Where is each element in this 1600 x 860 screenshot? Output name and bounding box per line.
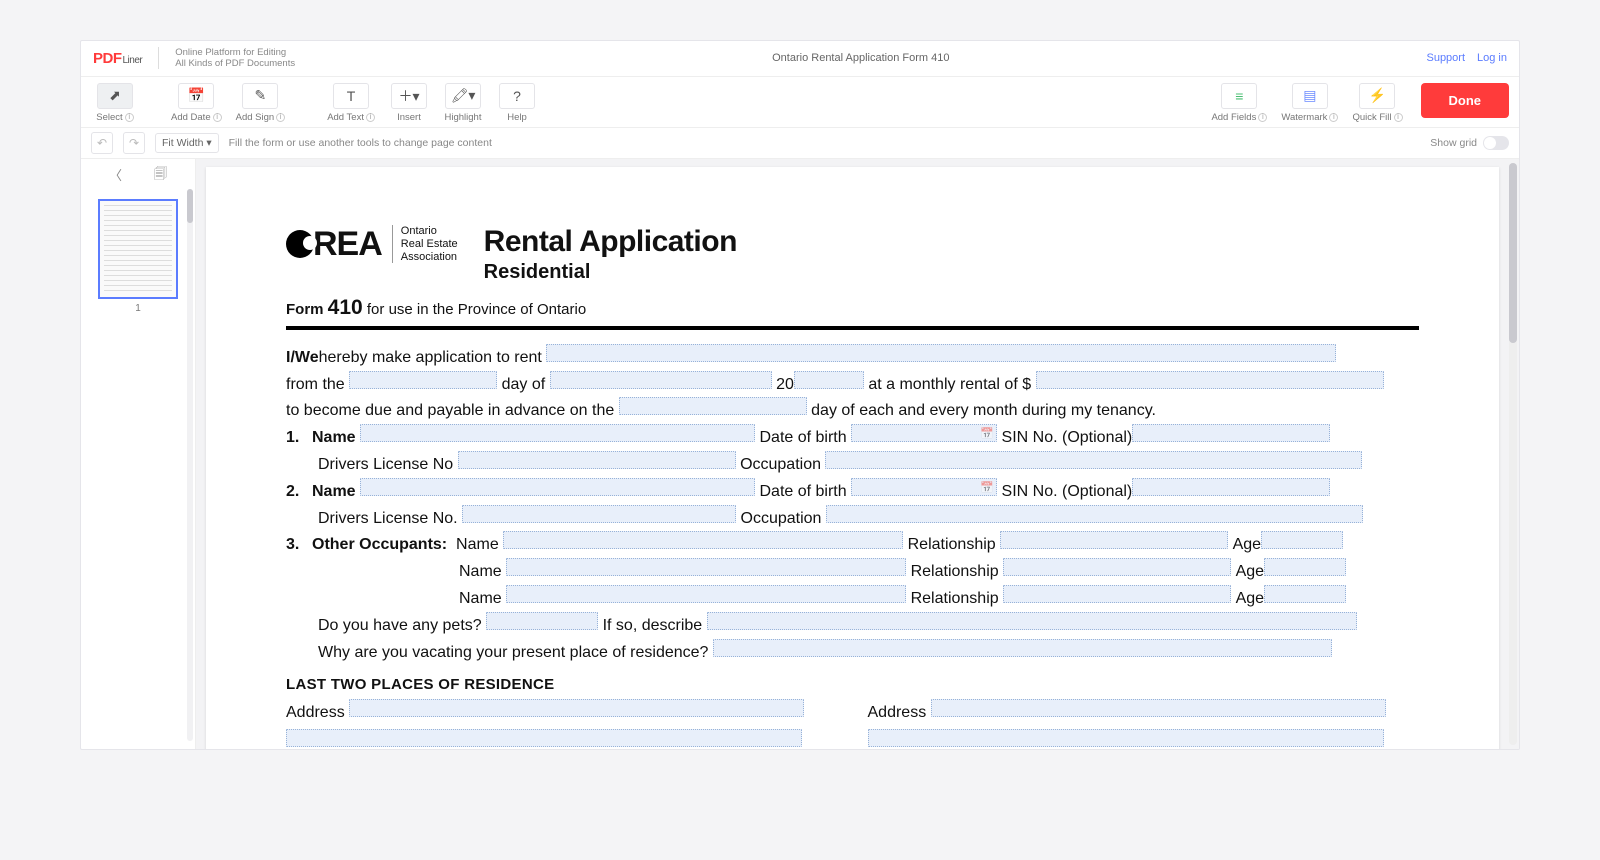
field-from-day[interactable]	[349, 371, 497, 389]
divider	[158, 47, 159, 69]
field-pets-yn[interactable]	[486, 612, 598, 630]
watermark-icon: ▤	[1292, 83, 1328, 109]
pdf-page: REA OntarioReal EstateAssociation Rental…	[206, 167, 1499, 749]
field-rel-3[interactable]	[1003, 585, 1231, 603]
field-dl-2[interactable]	[462, 505, 736, 523]
redo-button[interactable]: ↷	[123, 132, 145, 154]
app-window: PDFLiner Online Platform for Editing All…	[80, 40, 1520, 750]
form-line: Form 410 for use in the Province of Onta…	[286, 296, 1419, 320]
page-number: 1	[135, 303, 141, 314]
add-fields-tool[interactable]: ≡Add Fieldsi	[1207, 81, 1271, 125]
done-button[interactable]: Done	[1421, 83, 1510, 118]
show-grid-toggle[interactable]: Show grid	[1430, 136, 1509, 150]
field-dob-2[interactable]	[851, 478, 997, 496]
field-dl-1[interactable]	[458, 451, 736, 469]
insert-tool[interactable]: ＋▾Insert	[385, 81, 433, 125]
brand-tagline: Online Platform for Editing All Kinds of…	[175, 47, 295, 70]
field-age-1[interactable]	[1261, 531, 1343, 549]
document-title: Ontario Rental Application Form 410	[295, 52, 1426, 64]
orea-logo: REA OntarioReal EstateAssociation	[286, 225, 458, 264]
field-rent-amount[interactable]	[1036, 371, 1384, 389]
field-vacate-reason[interactable]	[713, 639, 1332, 657]
top-bar: PDFLiner Online Platform for Editing All…	[81, 41, 1519, 77]
canvas: REA OntarioReal EstateAssociation Rental…	[196, 159, 1519, 749]
pages-icon[interactable]: 🗐	[154, 165, 167, 187]
field-age-3[interactable]	[1264, 585, 1346, 603]
highlighter-icon: 🖍▾	[445, 83, 481, 109]
brand: PDFLiner Online Platform for Editing All…	[93, 47, 295, 70]
watermark-tool[interactable]: ▤Watermarki	[1277, 81, 1342, 125]
question-icon: ?	[499, 83, 535, 109]
undo-button[interactable]: ↶	[91, 132, 113, 154]
calendar-icon: 📅	[178, 83, 214, 109]
thumb-scrollbar[interactable]	[187, 189, 193, 741]
page-thumbnail-1[interactable]	[98, 199, 178, 299]
plus-icon: ＋▾	[391, 83, 427, 109]
back-icon[interactable]: 〈	[109, 165, 122, 187]
top-links: Support Log in	[1426, 52, 1507, 64]
field-occ-name-2[interactable]	[506, 558, 906, 576]
bolt-icon: ⚡	[1359, 83, 1395, 109]
main-toolbar: ⬈Selecti 📅Add Datei ✎Add Signi TAdd Text…	[81, 77, 1519, 128]
hint-text: Fill the form or use another tools to ch…	[229, 137, 492, 149]
field-sin-2[interactable]	[1132, 478, 1330, 496]
field-addr-a2[interactable]	[286, 729, 802, 747]
canvas-scrollbar[interactable]	[1509, 163, 1517, 745]
add-date-tool[interactable]: 📅Add Datei	[167, 81, 226, 125]
field-from-year[interactable]	[794, 371, 864, 389]
help-tool[interactable]: ?Help	[493, 81, 541, 125]
field-occ-2[interactable]	[826, 505, 1363, 523]
add-sign-tool[interactable]: ✎Add Signi	[232, 81, 290, 125]
zoom-select[interactable]: Fit Width ▾	[155, 133, 219, 153]
field-sin-1[interactable]	[1132, 424, 1330, 442]
field-occ-1[interactable]	[825, 451, 1362, 469]
signature-icon: ✎	[242, 83, 278, 109]
field-pets-desc[interactable]	[707, 612, 1357, 630]
heavy-rule	[286, 326, 1419, 330]
cursor-icon: ⬈	[97, 83, 133, 109]
workspace: 〈 🗐 1 REA OntarioReal EstateAssociation	[81, 159, 1519, 749]
field-addr-b1[interactable]	[931, 699, 1386, 717]
brand-logo: PDFLiner	[93, 50, 142, 67]
add-text-tool[interactable]: TAdd Texti	[323, 81, 379, 125]
field-occ-name-3[interactable]	[506, 585, 906, 603]
support-link[interactable]: Support	[1426, 52, 1465, 64]
fields-icon: ≡	[1221, 83, 1257, 109]
options-bar: ↶ ↷ Fit Width ▾ Fill the form or use ano…	[81, 128, 1519, 159]
field-dob-1[interactable]	[851, 424, 997, 442]
quick-fill-tool[interactable]: ⚡Quick Filli	[1348, 81, 1406, 125]
highlight-tool[interactable]: 🖍▾Highlight	[439, 81, 487, 125]
field-name-1[interactable]	[360, 424, 755, 442]
field-addr-a1[interactable]	[349, 699, 804, 717]
thumbnail-panel: 〈 🗐 1	[81, 159, 196, 749]
field-property[interactable]	[546, 344, 1336, 362]
select-tool[interactable]: ⬈Selecti	[91, 81, 139, 125]
field-occ-name-1[interactable]	[503, 531, 903, 549]
doc-title: Rental Application	[484, 225, 737, 259]
doc-subtitle: Residential	[484, 261, 737, 284]
section-last-two: LAST TWO PLACES OF RESIDENCE	[286, 673, 1419, 696]
field-addr-b2[interactable]	[868, 729, 1384, 747]
text-icon: T	[333, 83, 369, 109]
field-rel-1[interactable]	[1000, 531, 1228, 549]
field-name-2[interactable]	[360, 478, 755, 496]
field-age-2[interactable]	[1264, 558, 1346, 576]
field-due-day[interactable]	[619, 397, 807, 415]
login-link[interactable]: Log in	[1477, 52, 1507, 64]
toggle-switch	[1483, 136, 1509, 150]
field-from-month[interactable]	[550, 371, 772, 389]
field-rel-2[interactable]	[1003, 558, 1231, 576]
